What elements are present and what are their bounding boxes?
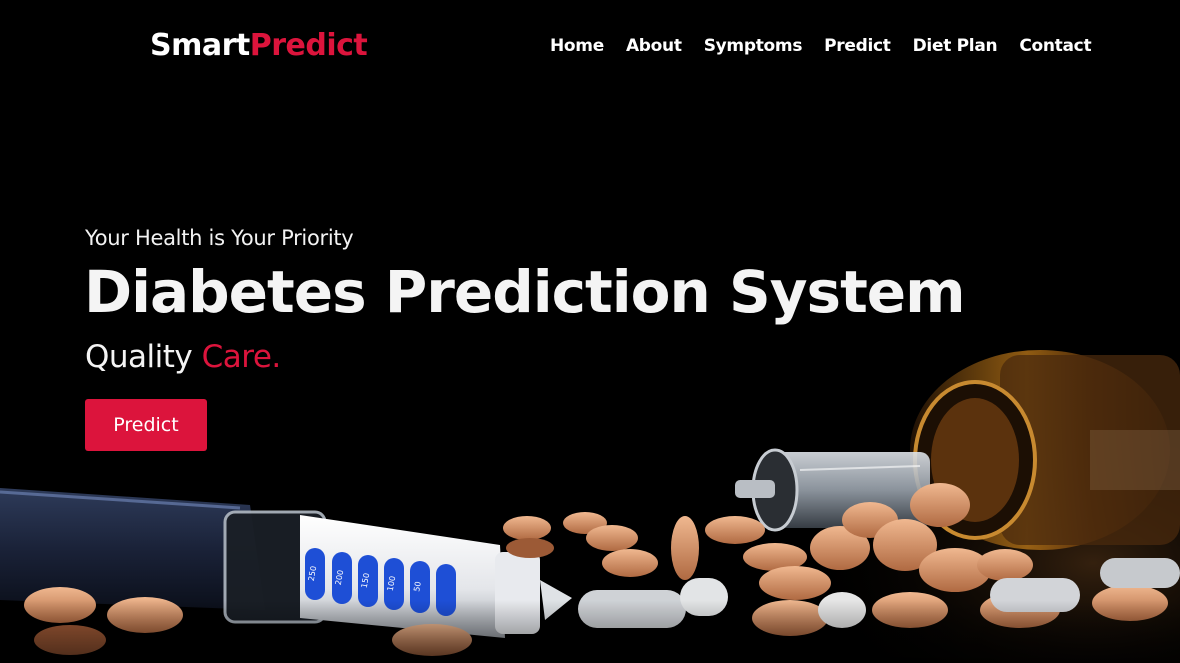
nav-contact[interactable]: Contact: [1019, 34, 1091, 58]
hero-background-illustration: 250 200 150 100 50: [0, 0, 1180, 663]
hero-tagline: Your Health is Your Priority: [85, 226, 354, 250]
brand-name-primary: Smart: [150, 28, 250, 63]
main-nav: Home About Symptoms Predict Diet Plan Co…: [550, 34, 1092, 58]
nav-predict[interactable]: Predict: [824, 34, 891, 58]
hero-subtitle: Quality Care.: [85, 338, 281, 376]
nav-diet-plan[interactable]: Diet Plan: [913, 34, 998, 58]
brand-logo[interactable]: SmartPredict: [150, 28, 368, 64]
brand-name-accent: Predict: [249, 28, 368, 63]
hero-subtitle-lead: Quality: [85, 339, 193, 375]
nav-home[interactable]: Home: [550, 34, 604, 58]
pen-scale-label: 50: [412, 581, 423, 593]
hero-title: Diabetes Prediction System: [84, 258, 966, 326]
nav-about[interactable]: About: [626, 34, 682, 58]
syringe: [735, 448, 930, 532]
predict-button[interactable]: Predict: [85, 399, 207, 451]
nav-symptoms[interactable]: Symptoms: [704, 34, 803, 58]
hero-subtitle-accent: Care.: [201, 339, 282, 375]
